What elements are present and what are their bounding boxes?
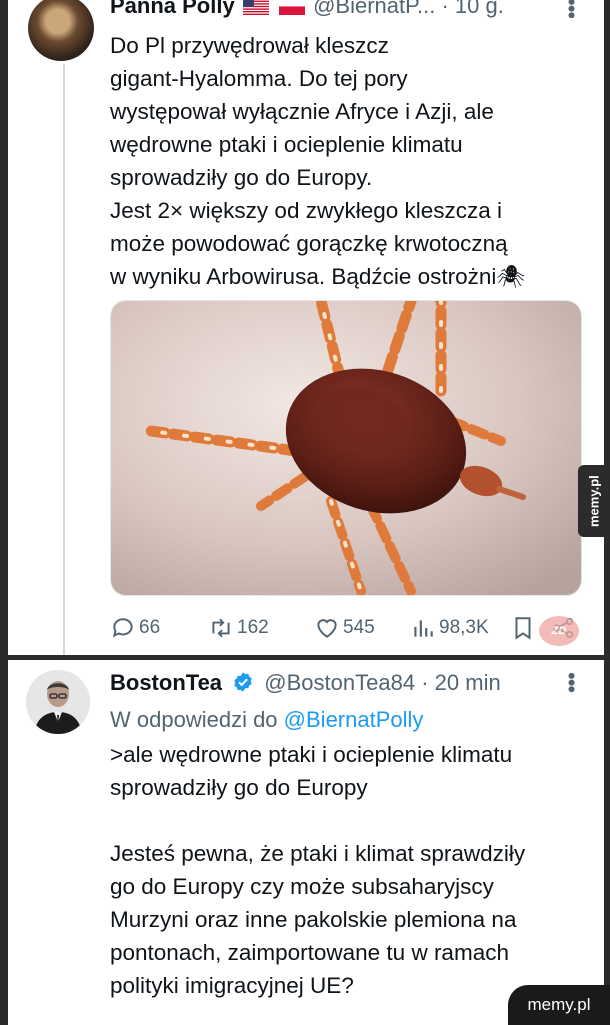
reply-prefix: W odpowiedzi do — [110, 707, 278, 732]
reply-button[interactable]: 66 — [110, 610, 160, 646]
us-flag-icon — [242, 0, 269, 15]
verified-badge-icon — [234, 672, 252, 692]
author-handle[interactable]: @BostonTea84 — [264, 670, 415, 695]
tweet-reply: BostonTea @BostonTea84 · 20 min ••• W od… — [8, 660, 604, 1025]
sticker-badge-icon: ZD — [539, 616, 579, 646]
tweet-photo-tick[interactable] — [110, 300, 582, 596]
reply-context: W odpowiedzi do @BiernatPolly — [110, 704, 423, 736]
author-name[interactable]: BostonTea — [110, 670, 222, 695]
bookmark-button[interactable] — [510, 610, 539, 646]
bookmark-icon — [515, 617, 531, 640]
author-handle[interactable]: @BiernatP... — [313, 0, 435, 18]
more-icon[interactable]: ••• — [559, 672, 584, 692]
tweet-header: BostonTea @BostonTea84 · 20 min — [110, 670, 501, 696]
thread-line — [63, 64, 65, 655]
tweet-actions: 66 162 545 98,3K — [110, 610, 580, 646]
tweet-original: Panna Polly @BiernatP... · 10 g. ••• Do … — [8, 0, 604, 655]
views-button[interactable]: 98,3K — [410, 610, 489, 646]
reply-count: 66 — [139, 617, 161, 638]
views-count: 98,3K — [439, 617, 489, 638]
heart-icon — [317, 619, 337, 638]
reply-mention-link[interactable]: @BiernatPolly — [284, 707, 424, 732]
separator: · — [441, 0, 449, 18]
separator: · — [421, 670, 429, 695]
retweet-icon — [212, 618, 230, 638]
poland-flag-icon — [278, 0, 305, 15]
like-button[interactable]: 545 — [314, 610, 375, 646]
retweet-count: 162 — [237, 617, 269, 638]
tick-image — [111, 301, 581, 595]
reply-icon — [112, 618, 133, 638]
tweet-text: Do Pl przywędrował kleszcz gigant-Hyalom… — [110, 33, 525, 289]
memy-watermark-side: memy.pl — [578, 465, 610, 537]
avatar-portrait — [26, 670, 90, 734]
author-name[interactable]: Panna Polly — [110, 0, 235, 18]
views-icon — [414, 620, 433, 637]
author-avatar[interactable] — [26, 670, 90, 734]
author-avatar[interactable] — [28, 0, 94, 61]
tweet-header: Panna Polly @BiernatP... · 10 g. — [110, 0, 504, 19]
retweet-button[interactable]: 162 — [208, 610, 269, 646]
tweet-time[interactable]: 10 g. — [455, 0, 504, 18]
more-icon[interactable]: ••• — [559, 0, 584, 18]
like-count: 545 — [343, 617, 375, 638]
tweet-time[interactable]: 20 min — [435, 670, 501, 695]
memy-watermark-corner: memy.pl — [508, 985, 610, 1025]
tweet-text: >ale wędrowne ptaki i ocieplenie klimatu… — [110, 742, 526, 998]
